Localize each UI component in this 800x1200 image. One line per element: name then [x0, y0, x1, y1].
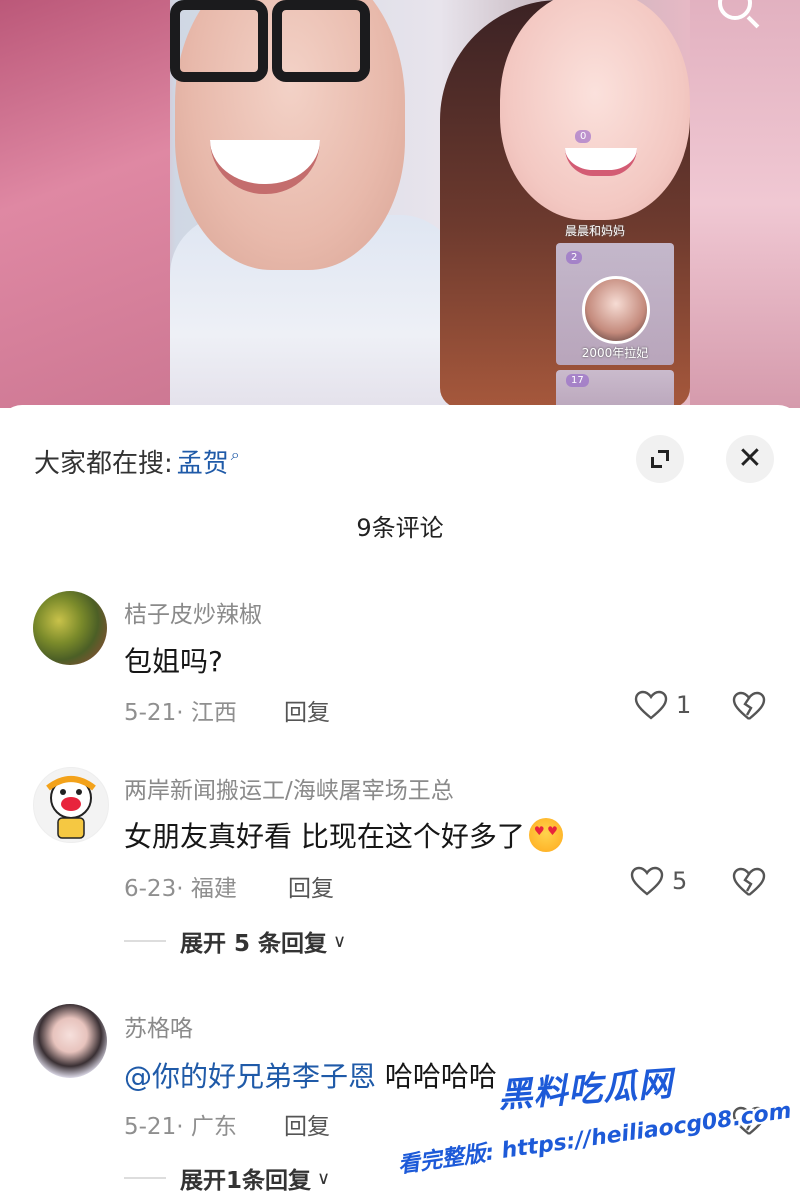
comment-text: 女朋友真好看 比现在这个好多了: [124, 815, 563, 855]
comment-username[interactable]: 两岸新闻搬运工/海峡屠宰场王总: [124, 771, 454, 805]
expand-icon: [651, 450, 669, 468]
like-button[interactable]: 5: [630, 866, 687, 896]
expand-replies-button[interactable]: 展开 5 条回复 ∨: [124, 924, 346, 958]
expand-replies-label: 展开 5 条回复: [180, 931, 328, 957]
divider: [124, 940, 166, 942]
heart-eyes-emoji-icon: [528, 818, 563, 852]
avatar[interactable]: [33, 591, 107, 665]
avatar[interactable]: [33, 767, 109, 843]
reply-button[interactable]: 回复: [284, 693, 330, 727]
broken-heart-icon[interactable]: [732, 691, 766, 721]
video-woman-face: [500, 0, 690, 220]
heart-icon: [634, 690, 668, 720]
reply-button[interactable]: 回复: [284, 1107, 330, 1141]
reply-button[interactable]: 回复: [288, 869, 334, 903]
chevron-down-icon: ∨: [333, 930, 347, 952]
video-left-blur: [0, 0, 170, 408]
cartoon-avatar-icon: [46, 776, 96, 839]
expand-replies-label: 展开1条回复: [180, 1168, 312, 1194]
video-right-blur: [690, 0, 800, 408]
live-user-name: 晨晨和妈妈: [565, 224, 626, 238]
video-player[interactable]: 0 晨晨和妈妈 2 2000年拉妃 17: [0, 0, 800, 408]
broken-heart-icon[interactable]: [732, 867, 766, 897]
expand-button[interactable]: [636, 435, 684, 483]
close-icon: ✕: [737, 441, 763, 476]
comment-date-location: 5-21· 广东: [124, 1114, 237, 1140]
expand-replies-button[interactable]: 展开1条回复 ∨: [124, 1161, 330, 1195]
user-mention-link[interactable]: @你的好兄弟李子恩: [124, 1060, 376, 1093]
live-heart-badge: 2: [566, 251, 583, 264]
avatar[interactable]: [33, 1004, 107, 1078]
comment-username[interactable]: 苏格咯: [124, 1009, 193, 1043]
live-guest-name: 2000年拉妃: [581, 346, 649, 360]
like-count: 1: [676, 691, 692, 719]
comment-text: @你的好兄弟李子恩 哈哈哈哈: [124, 1060, 497, 1093]
live-heart-badge: 0: [575, 130, 592, 143]
video-glasses: [170, 0, 370, 82]
live-guest-avatar: [582, 276, 650, 344]
comment-date-location: 6-23· 福建: [124, 876, 237, 902]
close-button[interactable]: ✕: [726, 435, 774, 483]
live-heart-badge: 17: [566, 374, 589, 387]
hot-search-bar[interactable]: 大家都在搜: 孟贺 ⌕: [34, 443, 240, 480]
hot-search-term[interactable]: 孟贺: [177, 443, 229, 480]
search-icon: ⌕: [230, 444, 240, 464]
hot-search-prefix: 大家都在搜:: [34, 449, 173, 479]
like-count: 5: [672, 867, 688, 895]
divider: [124, 1177, 166, 1179]
like-button[interactable]: 1: [634, 690, 691, 720]
live-guest-card[interactable]: 17: [556, 370, 674, 408]
live-guest-card[interactable]: 2 2000年拉妃: [556, 243, 674, 365]
heart-icon: [630, 866, 664, 896]
comment-text: 包姐吗?: [124, 645, 223, 678]
chevron-down-icon: ∨: [317, 1167, 331, 1189]
comment-count: 9条评论: [356, 514, 444, 542]
comment-username[interactable]: 桔子皮炒辣椒: [124, 595, 262, 629]
comment-date-location: 5-21· 江西: [124, 700, 237, 726]
